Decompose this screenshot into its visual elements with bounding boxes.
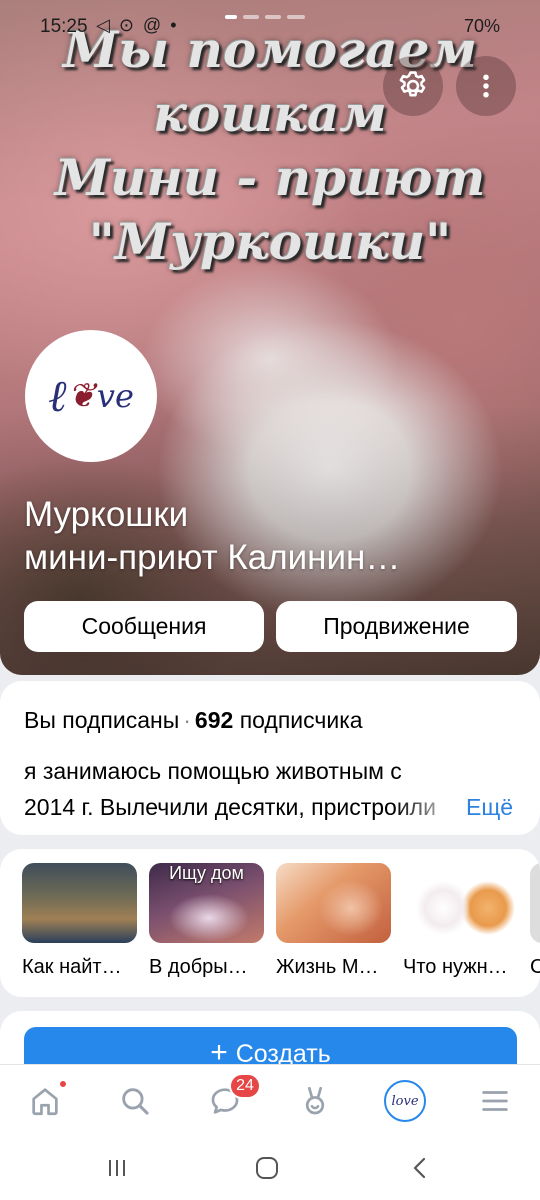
subscription-status[interactable]: Вы подписаны · 692 подписчика [24,707,363,734]
group-description: я занимаюсь помощью животным с 2014 г. В… [24,753,514,825]
description-line2: 2014 г. Вылечили десятки, пристроили [24,789,464,825]
album-item[interactable]: Жизнь М… [276,863,391,979]
status-notification-icons: ◁ ⊙ @ • [96,15,179,35]
status-time: 15:25 [40,16,88,37]
album-thumbnail [276,863,391,943]
battery-level: 70% [463,16,500,36]
pager-dot [243,15,259,19]
settings-button[interactable] [383,56,443,116]
group-title-line2: мини-приют Калинин… [24,538,401,577]
cover-caption: Мы помогаем кошкам Мини - приют "Муркошк… [0,18,540,274]
album-label: Как найт… [22,956,122,978]
subscribed-label: Вы подписаны [24,707,180,733]
album-label: С [530,956,540,978]
recent-apps-button[interactable] [97,1153,137,1183]
tab-clips[interactable] [293,1079,337,1123]
separator-dot: · [183,707,191,733]
album-thumbnail [403,863,518,943]
album-label: Что нужн… [403,956,508,978]
tab-messages[interactable]: 24 [203,1073,261,1123]
pager-dot [265,15,281,19]
subscriber-count: 692 [194,707,234,733]
messages-badge: 24 [229,1073,261,1099]
search-icon [122,1088,149,1115]
album-thumbnail: Ищу дом [149,863,264,943]
album-item[interactable]: Как найт… [22,863,137,979]
gear-icon [399,71,426,97]
subscriber-word: подписчика [239,707,363,733]
tab-home[interactable] [23,1079,68,1123]
album-item[interactable]: С [530,863,540,979]
show-more-link[interactable]: Ещё [466,789,513,825]
description-line1: я занимаюсь помощью животным с [24,758,402,784]
album-item[interactable]: Ищу дом В добры… [149,863,264,979]
system-back-button[interactable] [400,1153,440,1183]
cover-caption-line: Мини - приют [54,148,486,207]
system-home-button[interactable] [247,1153,287,1183]
home-notification-dot [58,1079,68,1089]
cover-caption-line: "Муркошки" [88,212,452,271]
album-item[interactable]: Что нужн… [403,863,518,979]
home-icon [32,1088,58,1116]
cover-pager [225,15,315,20]
avatar-logo: ℓ ❦ ve [48,370,134,422]
more-options-button[interactable] [456,56,516,116]
tab-menu[interactable] [473,1079,517,1123]
albums-carousel: Как найт… Ищу дом В добры… Жизнь М… Что … [0,849,540,997]
album-badge: Ищу дом [169,863,244,883]
album-thumbnail [530,863,540,943]
promotion-button[interactable]: Продвижение [276,601,517,652]
paw-icon: ❦ [67,376,96,416]
system-navigation-bar [0,1135,540,1200]
bottom-tab-bar: 24 love [0,1064,540,1135]
plus-icon: + [210,1036,228,1069]
tab-avatar: love [384,1080,426,1122]
home-circle-icon [256,1157,278,1179]
album-thumbnail [22,863,137,943]
back-chevron-icon [413,1157,426,1179]
group-title-line1: Муркошки [24,495,189,534]
recent-apps-icon [109,1160,125,1176]
group-info-card: Вы подписаны · 692 подписчика я занимаюсь … [0,681,540,835]
pager-dot [287,15,305,19]
album-label: Жизнь М… [276,956,379,978]
album-label: В добры… [149,956,248,978]
tab-search[interactable] [113,1079,157,1123]
menu-icon [482,1091,508,1111]
pager-dot-active [225,15,237,19]
group-title: Муркошки мини-приют Калинин… [24,493,400,579]
tab-avatar-text: love [391,1093,419,1109]
more-vertical-icon [483,74,489,98]
status-bar: 15:25 ◁ ⊙ @ • 70% [0,0,540,40]
group-avatar[interactable]: ℓ ❦ ve [25,330,157,462]
clips-icon [305,1086,325,1115]
tab-group-profile[interactable]: love [383,1079,427,1123]
messages-button[interactable]: Сообщения [24,601,264,652]
